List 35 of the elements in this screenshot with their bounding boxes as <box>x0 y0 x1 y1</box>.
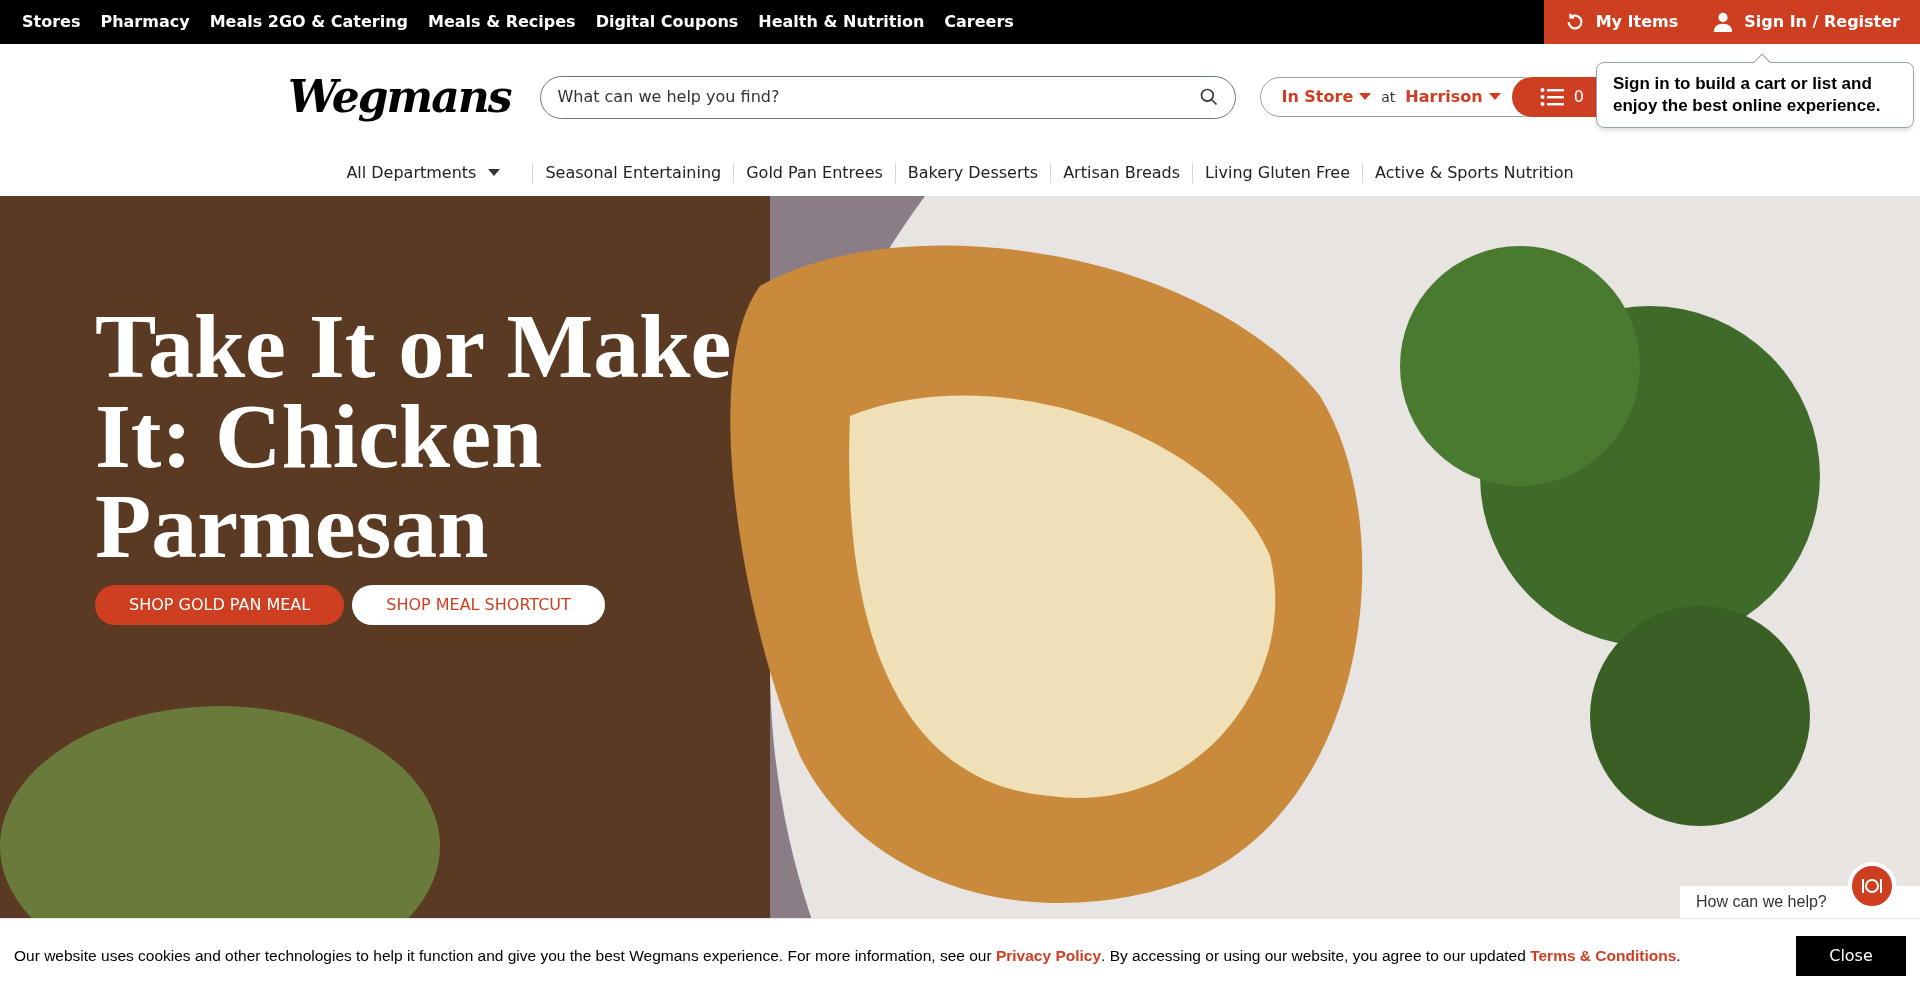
sign-in-tooltip: Sign in to build a cart or list and enjoy the best online experience. <box>1596 62 1914 128</box>
hero-title: Take It or Make It: Chicken Parmesan <box>95 301 733 571</box>
cookie-notice: Our website uses cookies and other technologies to help it function and give you the best Wegmans experience. For more information, see our Privacy Policy. By accessing or using our website, you agree to our updated Terms & Conditions. <box>14 946 1682 966</box>
top-nav-link[interactable]: Careers <box>944 10 1014 34</box>
store-dropdown[interactable]: Harrison <box>1405 85 1501 109</box>
wegmans-logo[interactable]: Wegmans <box>284 68 527 126</box>
department-link[interactable]: Active & Sports Nutrition <box>1375 161 1574 185</box>
sign-in-link[interactable]: Sign In / Register <box>1712 10 1900 34</box>
department-link[interactable]: Bakery Desserts <box>907 161 1039 185</box>
top-nav-link[interactable]: Pharmacy <box>100 10 190 34</box>
caret-icon <box>488 169 501 177</box>
caret-icon <box>1488 93 1501 101</box>
top-nav-link[interactable]: Stores <box>22 10 81 34</box>
department-link[interactable]: Living Gluten Free <box>1205 161 1351 185</box>
shopping-mode-dropdown[interactable]: In Store <box>1281 85 1372 109</box>
search-field[interactable]: What can we help you find? <box>557 85 1200 109</box>
top-nav-link[interactable]: Meals & Recipes <box>428 10 576 34</box>
department-link[interactable]: Artisan Breads <box>1063 161 1181 185</box>
all-departments-dropdown[interactable]: All Departments <box>346 161 521 185</box>
my-items-link[interactable]: My Items <box>1563 10 1679 34</box>
caret-icon <box>1359 93 1372 101</box>
search-icon[interactable] <box>1199 87 1220 107</box>
department-link[interactable]: Seasonal Entertaining <box>545 161 722 185</box>
user-icon <box>1712 11 1735 33</box>
top-nav-link[interactable]: Meals 2GO & Catering <box>209 10 408 34</box>
list-icon <box>1539 87 1564 107</box>
hero-button[interactable]: SHOP MEAL SHORTCUT <box>352 585 605 625</box>
close-button[interactable]: Close <box>1796 936 1906 976</box>
at-label: at <box>1381 87 1396 107</box>
top-nav-link[interactable]: Digital Coupons <box>595 10 739 34</box>
privacy-policy-link[interactable]: Privacy Policy <box>995 947 1102 964</box>
hero-button[interactable]: SHOP GOLD PAN MEAL <box>95 585 345 625</box>
top-nav-link[interactable]: Health & Nutrition <box>758 10 925 34</box>
department-link[interactable]: Gold Pan Entrees <box>746 161 883 185</box>
chat-label: How can we help? <box>1696 892 1827 912</box>
